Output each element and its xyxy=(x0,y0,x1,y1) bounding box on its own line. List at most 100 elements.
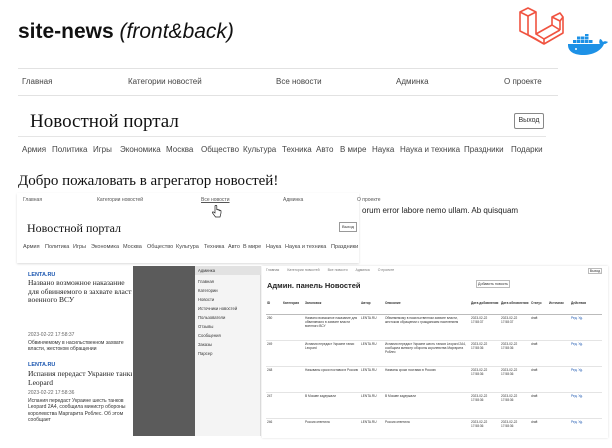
mini-logout-button[interactable]: Выход xyxy=(339,222,357,232)
admin-nav-link[interactable]: Все новости xyxy=(328,268,348,272)
mini-category-link[interactable]: Праздники xyxy=(331,244,358,250)
mini-category-link[interactable]: Наука и техника xyxy=(285,244,326,250)
cell-description: Испания передаст Украине шесть танков Le… xyxy=(384,340,470,367)
cell-created: 2023-02-22 17:58:37 xyxy=(470,314,500,341)
cell-status: draft xyxy=(530,340,548,367)
admin-sidebar-item[interactable]: Источники новостей xyxy=(198,306,237,311)
mini-portal-title: Новостной портал xyxy=(27,221,122,235)
admin-sidebar-item[interactable]: Парсер xyxy=(198,351,212,356)
category-link[interactable]: Техника xyxy=(282,145,312,154)
column-header: Источник xyxy=(548,300,570,315)
add-news-button[interactable]: Добавить новость xyxy=(476,280,510,288)
mini-category-link[interactable]: Техника xyxy=(204,244,224,250)
table-row: 250 Названо возможное наказание для обви… xyxy=(266,314,602,341)
nav-categories[interactable]: Категории новостей xyxy=(128,77,202,86)
category-link[interactable]: Общество xyxy=(201,145,239,154)
cell-title: Испания передаст Украине танки Leopard xyxy=(304,340,360,367)
admin-sidebar-item[interactable]: Категории xyxy=(198,288,218,293)
column-header: Категория xyxy=(282,300,304,315)
admin-logout-button[interactable]: Выход xyxy=(588,268,602,274)
cell-title: Называны сроки поставки в Россию xyxy=(304,366,360,393)
title-bold: site-news xyxy=(18,20,114,43)
cell-actions[interactable]: Ред. Уд. xyxy=(570,340,602,367)
admin-sidebar-item[interactable]: Главная xyxy=(198,279,214,284)
category-link[interactable]: Игры xyxy=(93,145,112,154)
cell-actions[interactable]: Ред. Уд. xyxy=(570,314,602,341)
column-header: Заголовок xyxy=(304,300,360,315)
admin-sidebar-item[interactable]: Сообщения xyxy=(198,333,221,338)
admin-nav-link[interactable]: Главная xyxy=(266,268,279,272)
column-header: Дата обновления xyxy=(500,300,530,315)
mini-nav-admin[interactable]: Админка xyxy=(283,197,303,203)
admin-sidebar-item[interactable]: Заказы xyxy=(198,342,212,347)
mini-category-link[interactable]: Наука xyxy=(266,244,281,250)
cell-status: draft xyxy=(530,366,548,393)
cell-author: LENTA.RU xyxy=(360,366,384,393)
divider xyxy=(18,136,546,137)
news-date: 2023-02-22 17:58:37 xyxy=(28,332,75,338)
category-link[interactable]: Культура xyxy=(243,145,276,154)
news-date: 2023-02-22 17:58:36 xyxy=(28,390,75,396)
mini-category-link[interactable]: Культура xyxy=(176,244,199,250)
column-header: Действия xyxy=(570,300,602,315)
logout-button[interactable]: Выход xyxy=(514,113,544,129)
category-link[interactable]: Экономика xyxy=(120,145,161,154)
admin-nav-link[interactable]: Категории новостей xyxy=(287,268,319,272)
admin-sidebar-item[interactable]: Новости xyxy=(198,297,214,302)
news-title[interactable]: Названо возможное наказание для обвиняем… xyxy=(28,278,132,305)
dark-overlay-strip xyxy=(133,266,195,436)
cell-category xyxy=(282,314,304,341)
category-link[interactable]: Наука xyxy=(372,145,394,154)
mini-category-link[interactable]: Экономика xyxy=(91,244,119,250)
category-link[interactable]: Армия xyxy=(22,145,46,154)
nav-admin[interactable]: Админка xyxy=(396,77,429,86)
column-header: Автор xyxy=(360,300,384,315)
cell-status: draft xyxy=(530,392,548,419)
docker-logo-icon xyxy=(568,34,608,55)
news-description: Испания передаст Украине шесть танков Le… xyxy=(28,398,126,424)
table-row: 247 В Москве задержали LENTA.RU В Москве… xyxy=(266,392,602,419)
admin-sidebar: Админка Главная Категории Новости Источн… xyxy=(195,266,261,436)
mini-nav-categories[interactable]: Категории новостей xyxy=(97,197,143,203)
admin-sidebar-item[interactable]: Отзывы xyxy=(198,324,213,329)
category-link[interactable]: Политика xyxy=(52,145,87,154)
cell-actions[interactable]: Ред. Уд. xyxy=(570,366,602,393)
mini-category-link[interactable]: Москва xyxy=(123,244,142,250)
mini-nav-about[interactable]: О проекте xyxy=(357,197,381,203)
category-link[interactable]: Москва xyxy=(166,145,193,154)
mini-nav-all-news[interactable]: Все новости xyxy=(201,197,230,203)
admin-sidebar-item[interactable]: Админка xyxy=(198,268,215,273)
mini-category-link[interactable]: Авто xyxy=(228,244,240,250)
cell-title: Названо возможное наказание для обвиняем… xyxy=(304,314,360,341)
cell-id: 247 xyxy=(266,392,282,419)
category-link[interactable]: Авто xyxy=(316,145,333,154)
category-link[interactable]: В мире xyxy=(340,145,366,154)
nav-home[interactable]: Главная xyxy=(22,77,52,86)
table-header-row: ID Категория Заголовок Автор Описание Да… xyxy=(266,300,602,315)
nav-all-news[interactable]: Все новости xyxy=(276,77,322,86)
category-link[interactable]: Наука и техника xyxy=(400,145,460,154)
mini-nav-home[interactable]: Главная xyxy=(23,197,42,203)
mini-category-link[interactable]: Политика xyxy=(45,244,69,250)
nav-about[interactable]: О проекте xyxy=(504,77,542,86)
mini-nav: Главная Категории новостей Все новости А… xyxy=(21,197,381,207)
table-row: 249 Испания передаст Украине танки Leopa… xyxy=(266,340,602,367)
admin-sidebar-item[interactable]: Пользователи xyxy=(198,315,225,320)
mini-category-link[interactable]: В мире xyxy=(243,244,261,250)
cell-updated: 2023-02-22 17:58:37 xyxy=(500,314,530,341)
admin-nav-link[interactable]: Админка xyxy=(356,268,370,272)
category-link[interactable]: Праздники xyxy=(464,145,504,154)
admin-nav-link[interactable]: О проекте xyxy=(378,268,395,272)
cell-category xyxy=(282,340,304,367)
mini-category-link[interactable]: Общество xyxy=(147,244,173,250)
news-title[interactable]: Испания передаст Украине танки Leopard xyxy=(28,369,132,387)
mini-category-link[interactable]: Игры xyxy=(73,244,86,250)
cell-actions[interactable]: Ред. Уд. xyxy=(570,418,602,438)
cell-actions[interactable]: Ред. Уд. xyxy=(570,392,602,419)
hand-cursor-icon xyxy=(212,205,222,218)
column-header: Описание xyxy=(384,300,470,315)
mini-category-link[interactable]: Армия xyxy=(23,244,40,250)
cell-id: 249 xyxy=(266,340,282,367)
cell-created: 2023-02-22 17:58:36 xyxy=(470,366,500,393)
category-link[interactable]: Подарки xyxy=(511,145,543,154)
